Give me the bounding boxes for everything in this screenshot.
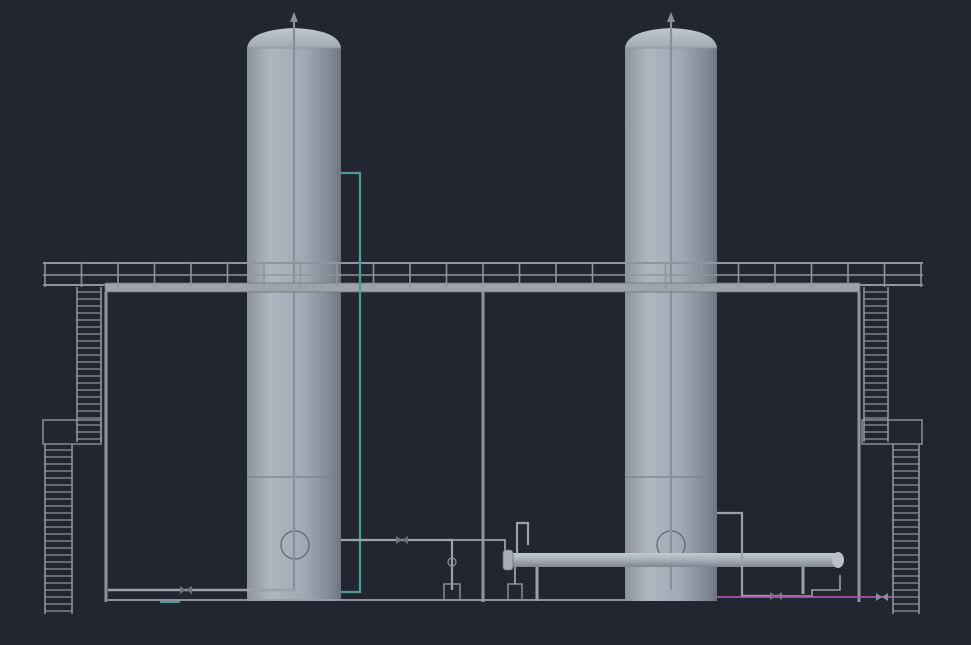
valve-icon (876, 593, 888, 601)
plant-elevation-drawing (42, 12, 923, 614)
valve-icon (396, 536, 408, 544)
upper-right-stair (863, 287, 889, 442)
vertical-column-left (247, 12, 341, 601)
magenta-utility-pipe (717, 593, 893, 601)
vertical-column-right (625, 12, 717, 601)
elevated-pipe-rack-platform (43, 262, 923, 602)
exchanger-channel-head (502, 549, 514, 571)
lower-right-stair (861, 419, 923, 614)
exchanger-end-cap (832, 552, 844, 568)
bottom-header-pipe (108, 586, 625, 601)
column-interconnect-pipe (341, 536, 506, 601)
left-column-vent-tip (290, 12, 298, 22)
valve-icon (180, 586, 192, 594)
exchanger-shell (506, 553, 841, 567)
upper-left-stair (76, 287, 102, 442)
lower-left-stair (42, 419, 102, 614)
exchanger-nozzle-pipe (515, 521, 530, 553)
pump-skid-right (507, 583, 523, 601)
right-column-vent-tip (667, 12, 675, 22)
